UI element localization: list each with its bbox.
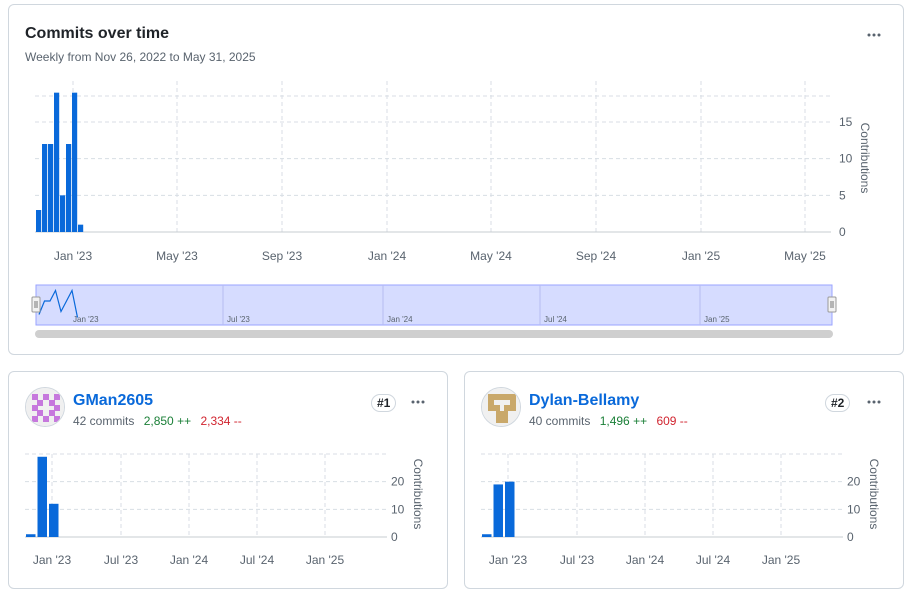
navigator-label: Jul '23 xyxy=(227,315,250,324)
y-tick-label: 20 xyxy=(847,475,861,489)
navigator-label: Jan '25 xyxy=(704,315,730,324)
chart-bar xyxy=(49,503,59,537)
x-tick-label: Jul '24 xyxy=(696,553,731,567)
chart-bar xyxy=(72,92,78,233)
contributor-card: Dylan-Bellamy 40 commits 1,496 ++ 609 --… xyxy=(464,371,904,589)
navigator-label: Jan '24 xyxy=(387,315,413,324)
contributor-commits-chart: 0 10 20 Jan '23 Jul '23 Jan '24 Jul '24 Jan '25… xyxy=(25,453,425,567)
x-tick-label: Jan '23 xyxy=(489,553,528,567)
chart-bar xyxy=(505,481,515,537)
commits-over-time-card: Commits over time Weekly from Nov 26, 20… xyxy=(8,4,904,355)
x-tick-label: Jan '25 xyxy=(682,249,721,263)
y-tick-label: 20 xyxy=(391,475,405,489)
contributor-commits-chart: 0 10 20 Jan '23 Jul '23 Jan '24 Jul '24 Jan '25… xyxy=(481,453,881,567)
y-tick-label: 0 xyxy=(839,225,846,239)
y-axis-title: Contributions xyxy=(858,123,872,194)
x-tick-label: Jul '23 xyxy=(560,553,595,567)
chart-bar xyxy=(493,484,503,537)
x-tick-label: Jan '25 xyxy=(306,553,345,567)
chart-bar xyxy=(54,92,60,233)
y-axis-title: Contributions xyxy=(411,459,425,530)
y-tick-label: 10 xyxy=(839,152,853,166)
chart-bar xyxy=(26,534,36,537)
chart-bar xyxy=(48,144,54,232)
chart-bar xyxy=(42,144,48,232)
x-tick-label: Sep '24 xyxy=(576,249,617,263)
y-tick-label: 0 xyxy=(847,530,854,544)
y-axis-title: Contributions xyxy=(867,459,881,530)
navigator-handle[interactable] xyxy=(31,296,41,313)
x-tick-label: Jan '25 xyxy=(762,553,801,567)
x-tick-label: Jan '23 xyxy=(33,553,72,567)
chart-bar xyxy=(482,534,492,537)
y-tick-label: 10 xyxy=(847,502,861,516)
y-tick-label: 15 xyxy=(839,115,853,129)
y-tick-label: 10 xyxy=(391,502,405,516)
x-tick-label: Jul '23 xyxy=(104,553,139,567)
commits-chart: 0 5 10 15 Jan '23 May '23 Sep '23 Jan '24 May '2… xyxy=(31,81,872,338)
x-tick-label: May '25 xyxy=(784,249,826,263)
chart-bar xyxy=(66,144,72,232)
x-tick-label: May '23 xyxy=(156,249,198,263)
x-tick-label: Sep '23 xyxy=(262,249,303,263)
x-tick-label: Jan '23 xyxy=(54,249,93,263)
chart-bar xyxy=(60,195,66,232)
x-tick-label: Jan '24 xyxy=(368,249,407,263)
x-tick-label: Jul '24 xyxy=(240,553,275,567)
y-tick-label: 5 xyxy=(839,188,846,202)
chart-bar xyxy=(78,224,84,232)
x-tick-label: Jan '24 xyxy=(626,553,665,567)
navigator-label: Jul '24 xyxy=(544,315,567,324)
navigator-handle[interactable] xyxy=(827,296,837,313)
x-tick-label: May '24 xyxy=(470,249,512,263)
contributor-card: GMan2605 42 commits 2,850 ++ 2,334 -- #1… xyxy=(8,371,448,589)
x-tick-label: Jan '24 xyxy=(170,553,209,567)
y-tick-label: 0 xyxy=(391,530,398,544)
chart-bar xyxy=(36,210,42,232)
navigator-scrollbar[interactable] xyxy=(35,330,833,338)
chart-bar xyxy=(37,456,47,537)
